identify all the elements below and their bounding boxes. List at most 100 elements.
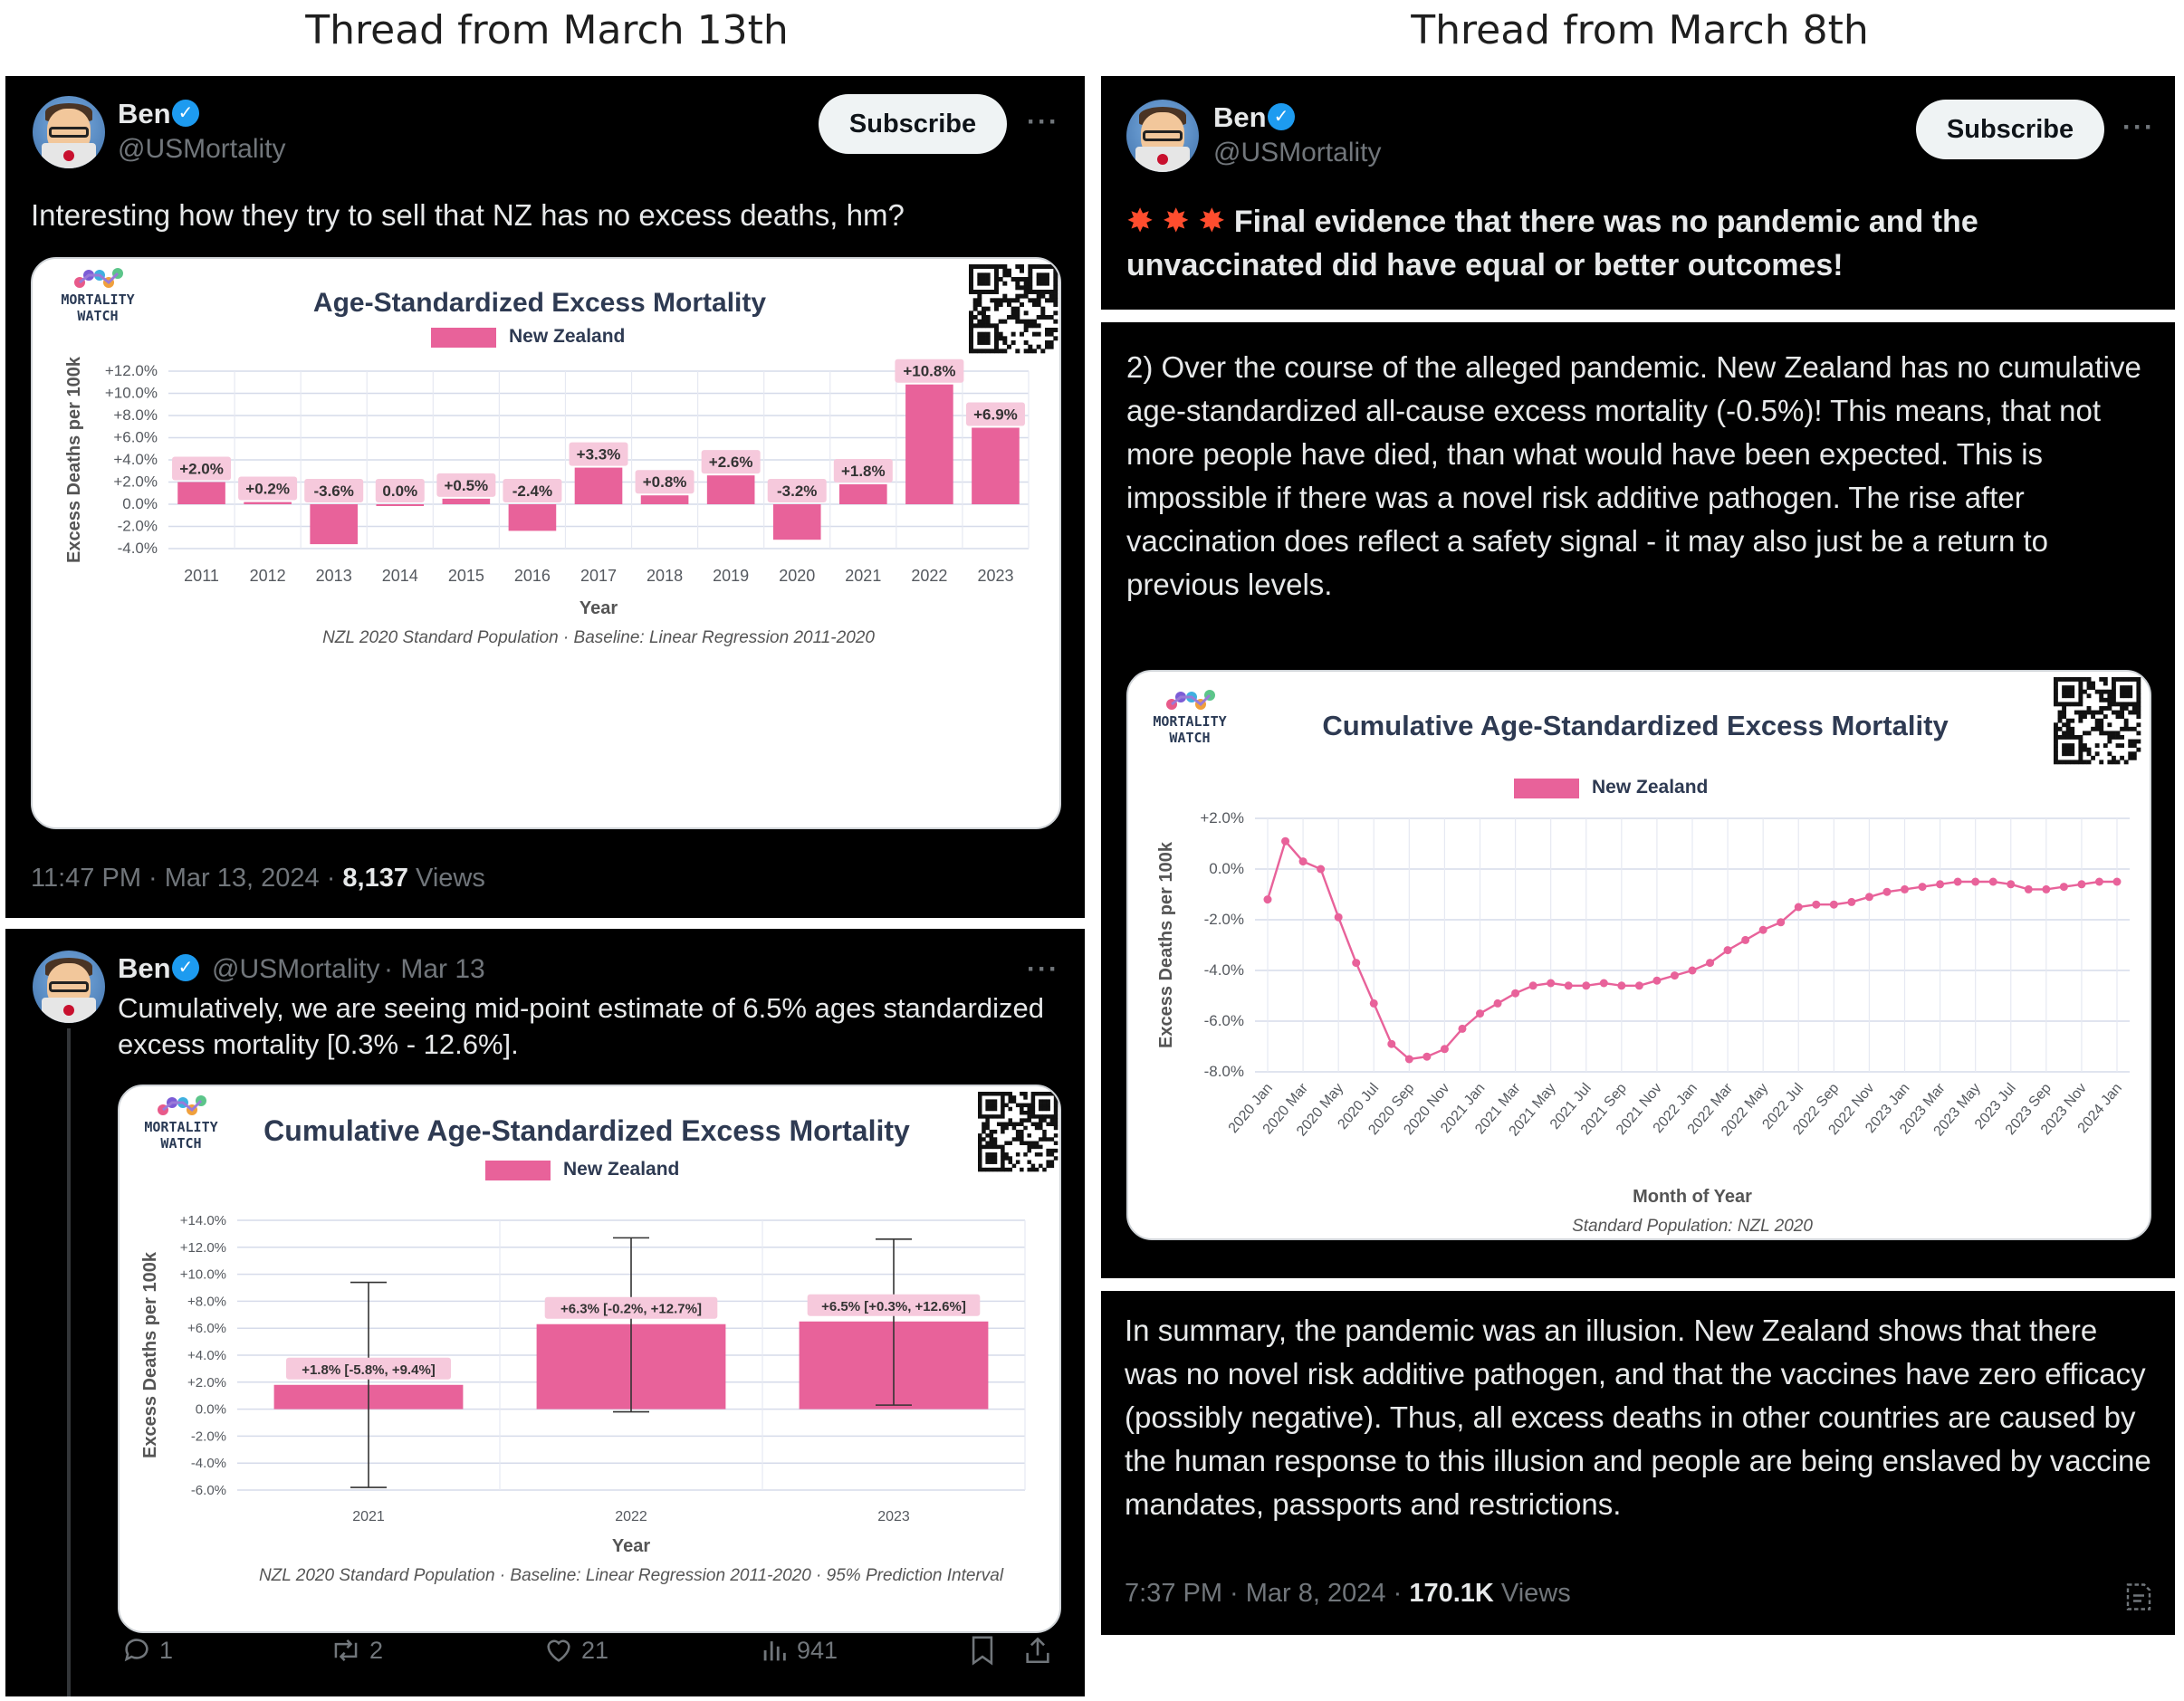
- subscribe-button[interactable]: Subscribe: [819, 94, 1007, 154]
- translate-icon[interactable]: [2122, 1581, 2155, 1613]
- logo-text-2: WATCH: [1169, 730, 1210, 746]
- qr-module: [1008, 1122, 1013, 1127]
- author-handle[interactable]: @USMortality: [212, 954, 379, 985]
- qr-module: [2112, 735, 2116, 740]
- qr-module: [2099, 722, 2104, 728]
- qr-module: [985, 1133, 990, 1138]
- qr-module: [1001, 1148, 1005, 1153]
- like-count: 21: [581, 1636, 609, 1664]
- qr-module: [989, 1133, 994, 1138]
- qr-module: [982, 264, 986, 269]
- tweet-time[interactable]: 7:37 PM · Mar 8, 2024 ·: [1125, 1579, 1409, 1608]
- qr-module: [1053, 302, 1058, 307]
- qr-module: [1049, 331, 1054, 337]
- tweet-reply-march13: Ben ✓ @USMortality · Mar 13 ··· Cumulati…: [5, 929, 1085, 1696]
- avatar[interactable]: [1126, 100, 1199, 172]
- y-axis-label: Excess Deaths per 100k: [1156, 841, 1176, 1048]
- views-button[interactable]: 941: [759, 1635, 838, 1666]
- data-point: [2024, 884, 2033, 894]
- chart-card-cumulative-yearly[interactable]: MORTALITY WATCH Cumulative Age-Standardize…: [118, 1085, 1061, 1633]
- reply-button[interactable]: 1: [121, 1635, 173, 1666]
- qr-module: [2136, 706, 2141, 711]
- subscribe-button[interactable]: Subscribe: [1916, 100, 2104, 159]
- qr-module: [982, 1114, 986, 1119]
- qr-module: [2099, 710, 2104, 715]
- qr-module: [1039, 1144, 1043, 1150]
- qr-module: [2107, 693, 2112, 699]
- tweet-timestamp[interactable]: 11:47 PM · Mar 13, 2024 · 8,137 Views: [31, 864, 485, 894]
- qr-module: [985, 336, 991, 341]
- bookmark-button[interactable]: [969, 1635, 996, 1666]
- y-tick-label: 0.0%: [122, 495, 158, 512]
- author-handle[interactable]: @USMortality: [118, 134, 285, 165]
- qr-module: [978, 1106, 982, 1112]
- qr-module: [2083, 760, 2087, 765]
- qr-module: [972, 298, 978, 303]
- data-point: [1298, 857, 1308, 866]
- qr-module: [1049, 1118, 1055, 1123]
- x-tick-label: 2022: [615, 1509, 647, 1524]
- data-point: [1652, 976, 1662, 985]
- data-label: +10.8%: [903, 363, 955, 380]
- qr-module: [1028, 277, 1033, 282]
- qr-module: [2054, 722, 2058, 728]
- like-button[interactable]: 21: [543, 1635, 608, 1666]
- qr-module: [1053, 1141, 1058, 1145]
- qr-module: [1040, 264, 1046, 269]
- data-point: [1688, 966, 1697, 975]
- data-point: [1511, 989, 1520, 998]
- data-point: [2042, 884, 2051, 894]
- qr-module: [2062, 685, 2067, 691]
- qr-module: [1015, 315, 1020, 320]
- data-label: +6.3% [-0.2%, +12.7%]: [560, 1302, 702, 1317]
- tweet-timestamp[interactable]: 7:37 PM · Mar 8, 2024 · 170.1K Views: [1125, 1579, 1571, 1609]
- more-options-icon[interactable]: ···: [1027, 107, 1059, 138]
- qr-module: [1023, 293, 1029, 299]
- qr-module: [1027, 1160, 1031, 1164]
- author-name[interactable]: Ben: [118, 98, 171, 130]
- avatar[interactable]: [33, 951, 105, 1023]
- qr-module: [994, 306, 999, 311]
- qr-module: [2128, 755, 2133, 760]
- qr-module: [1030, 1122, 1036, 1127]
- more-options-icon[interactable]: ···: [1027, 954, 1059, 985]
- qr-module: [989, 1099, 994, 1104]
- views-count: 8,137: [342, 864, 408, 893]
- author-name[interactable]: Ben: [118, 952, 171, 985]
- author-name[interactable]: Ben: [1213, 101, 1267, 134]
- qr-module: [2086, 760, 2092, 765]
- verified-badge-icon: ✓: [172, 100, 199, 127]
- qr-module: [2065, 751, 2071, 757]
- qr-module: [2107, 751, 2112, 757]
- qr-module: [1049, 344, 1054, 349]
- tweet-date[interactable]: · Mar 13: [384, 954, 485, 985]
- qr-module: [2112, 677, 2116, 682]
- avatar[interactable]: [33, 96, 105, 168]
- more-options-icon[interactable]: ···: [2122, 112, 2155, 143]
- qr-module: [2103, 706, 2108, 711]
- qr-module: [992, 1152, 998, 1157]
- qr-module: [1049, 293, 1054, 299]
- repost-button[interactable]: 2: [330, 1635, 383, 1666]
- tweet-time[interactable]: 11:47 PM · Mar 13, 2024 ·: [31, 864, 342, 893]
- bar: [905, 384, 953, 504]
- qr-module: [978, 1163, 982, 1169]
- qr-module: [2065, 731, 2071, 736]
- qr-module: [2091, 714, 2096, 720]
- qr-module: [972, 302, 978, 307]
- chart-card-annual-excess[interactable]: MORTALITY WATCH Age-Standardized Excess Mo…: [31, 257, 1061, 829]
- chart-card-cumulative-monthly[interactable]: MORTALITY WATCH Cumulative Age-Standardize…: [1126, 670, 2151, 1240]
- qr-module: [1034, 1122, 1039, 1127]
- qr-module: [1002, 268, 1008, 273]
- qr-module: [1036, 331, 1041, 337]
- qr-module: [1036, 293, 1041, 299]
- qr-module: [2131, 677, 2137, 682]
- author-handle[interactable]: @USMortality: [1213, 138, 1381, 168]
- qr-module: [1045, 344, 1049, 349]
- share-button[interactable]: [1023, 1635, 1052, 1666]
- qr-module: [1015, 349, 1020, 354]
- data-point: [1263, 895, 1272, 904]
- qr-module: [1028, 323, 1033, 329]
- cumulative-monthly-chart: MORTALITYWATCH Cumulative Age-Standardize…: [1153, 677, 2141, 1236]
- qr-module: [985, 319, 991, 324]
